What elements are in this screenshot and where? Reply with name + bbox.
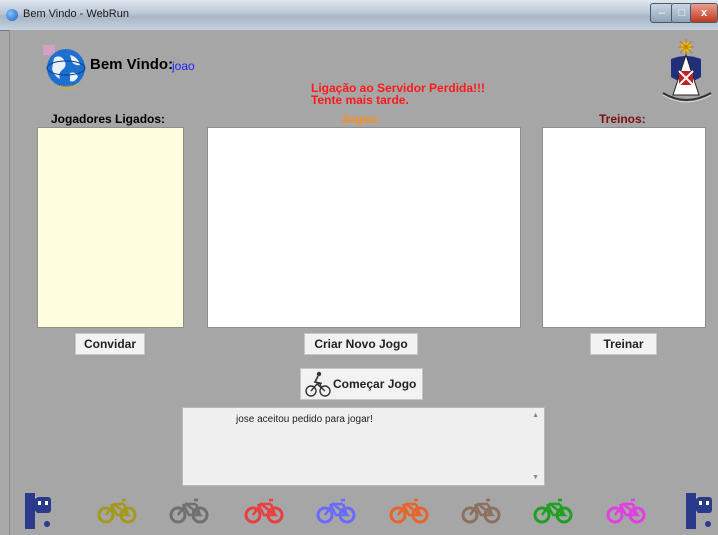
username-label: joao [172, 59, 195, 73]
trainings-label: Treinos: [599, 112, 646, 126]
scroll-up-arrow-icon[interactable]: ▲ [532, 412, 539, 419]
error-message-line2: Tente mais tarde. [311, 93, 409, 107]
train-button[interactable]: Treinar [590, 333, 657, 355]
bicycle-icon [97, 498, 137, 524]
window-title: Bem Vindo - WebRun [23, 8, 129, 20]
bicycle-icon [169, 498, 209, 524]
players-list[interactable] [37, 127, 184, 328]
games-list[interactable] [207, 127, 521, 328]
dubi-logo-icon: DUBI [25, 493, 51, 529]
trainings-list[interactable] [542, 127, 706, 328]
players-label: Jogadores Ligados: [51, 112, 166, 126]
invite-button[interactable]: Convidar [75, 333, 145, 355]
bicycle-icon [389, 498, 429, 524]
games-label: Jogos: [341, 112, 381, 126]
window-titlebar: Bem Vindo - WebRun – □ x [0, 0, 718, 31]
close-button[interactable]: x [690, 3, 718, 23]
bicycle-icon [533, 498, 573, 524]
bicycle-icon [316, 498, 356, 524]
bicycle-icon [461, 498, 501, 524]
bicycle-icon [244, 498, 284, 524]
globe-icon: WebRun [43, 45, 86, 91]
scroll-down-arrow-icon[interactable]: ▼ [532, 474, 539, 481]
bicycle-icon [606, 498, 646, 524]
new-game-button[interactable]: Criar Novo Jogo [304, 333, 418, 355]
log-message: jose aceitou pedido para jogar! [236, 414, 373, 425]
message-log[interactable]: jose aceitou pedido para jogar! ▲ ▼ [182, 407, 545, 486]
dubi-logo-icon: DUBI [686, 493, 712, 529]
start-game-button[interactable]: Começar Jogo [300, 368, 423, 400]
university-crest-icon [662, 39, 712, 103]
welcome-label: Bem Vindo: [90, 56, 174, 73]
cyclist-icon [305, 371, 331, 397]
svg-text:WebRun: WebRun [58, 85, 78, 91]
app-icon [6, 9, 18, 21]
start-game-label: Começar Jogo [333, 377, 417, 391]
